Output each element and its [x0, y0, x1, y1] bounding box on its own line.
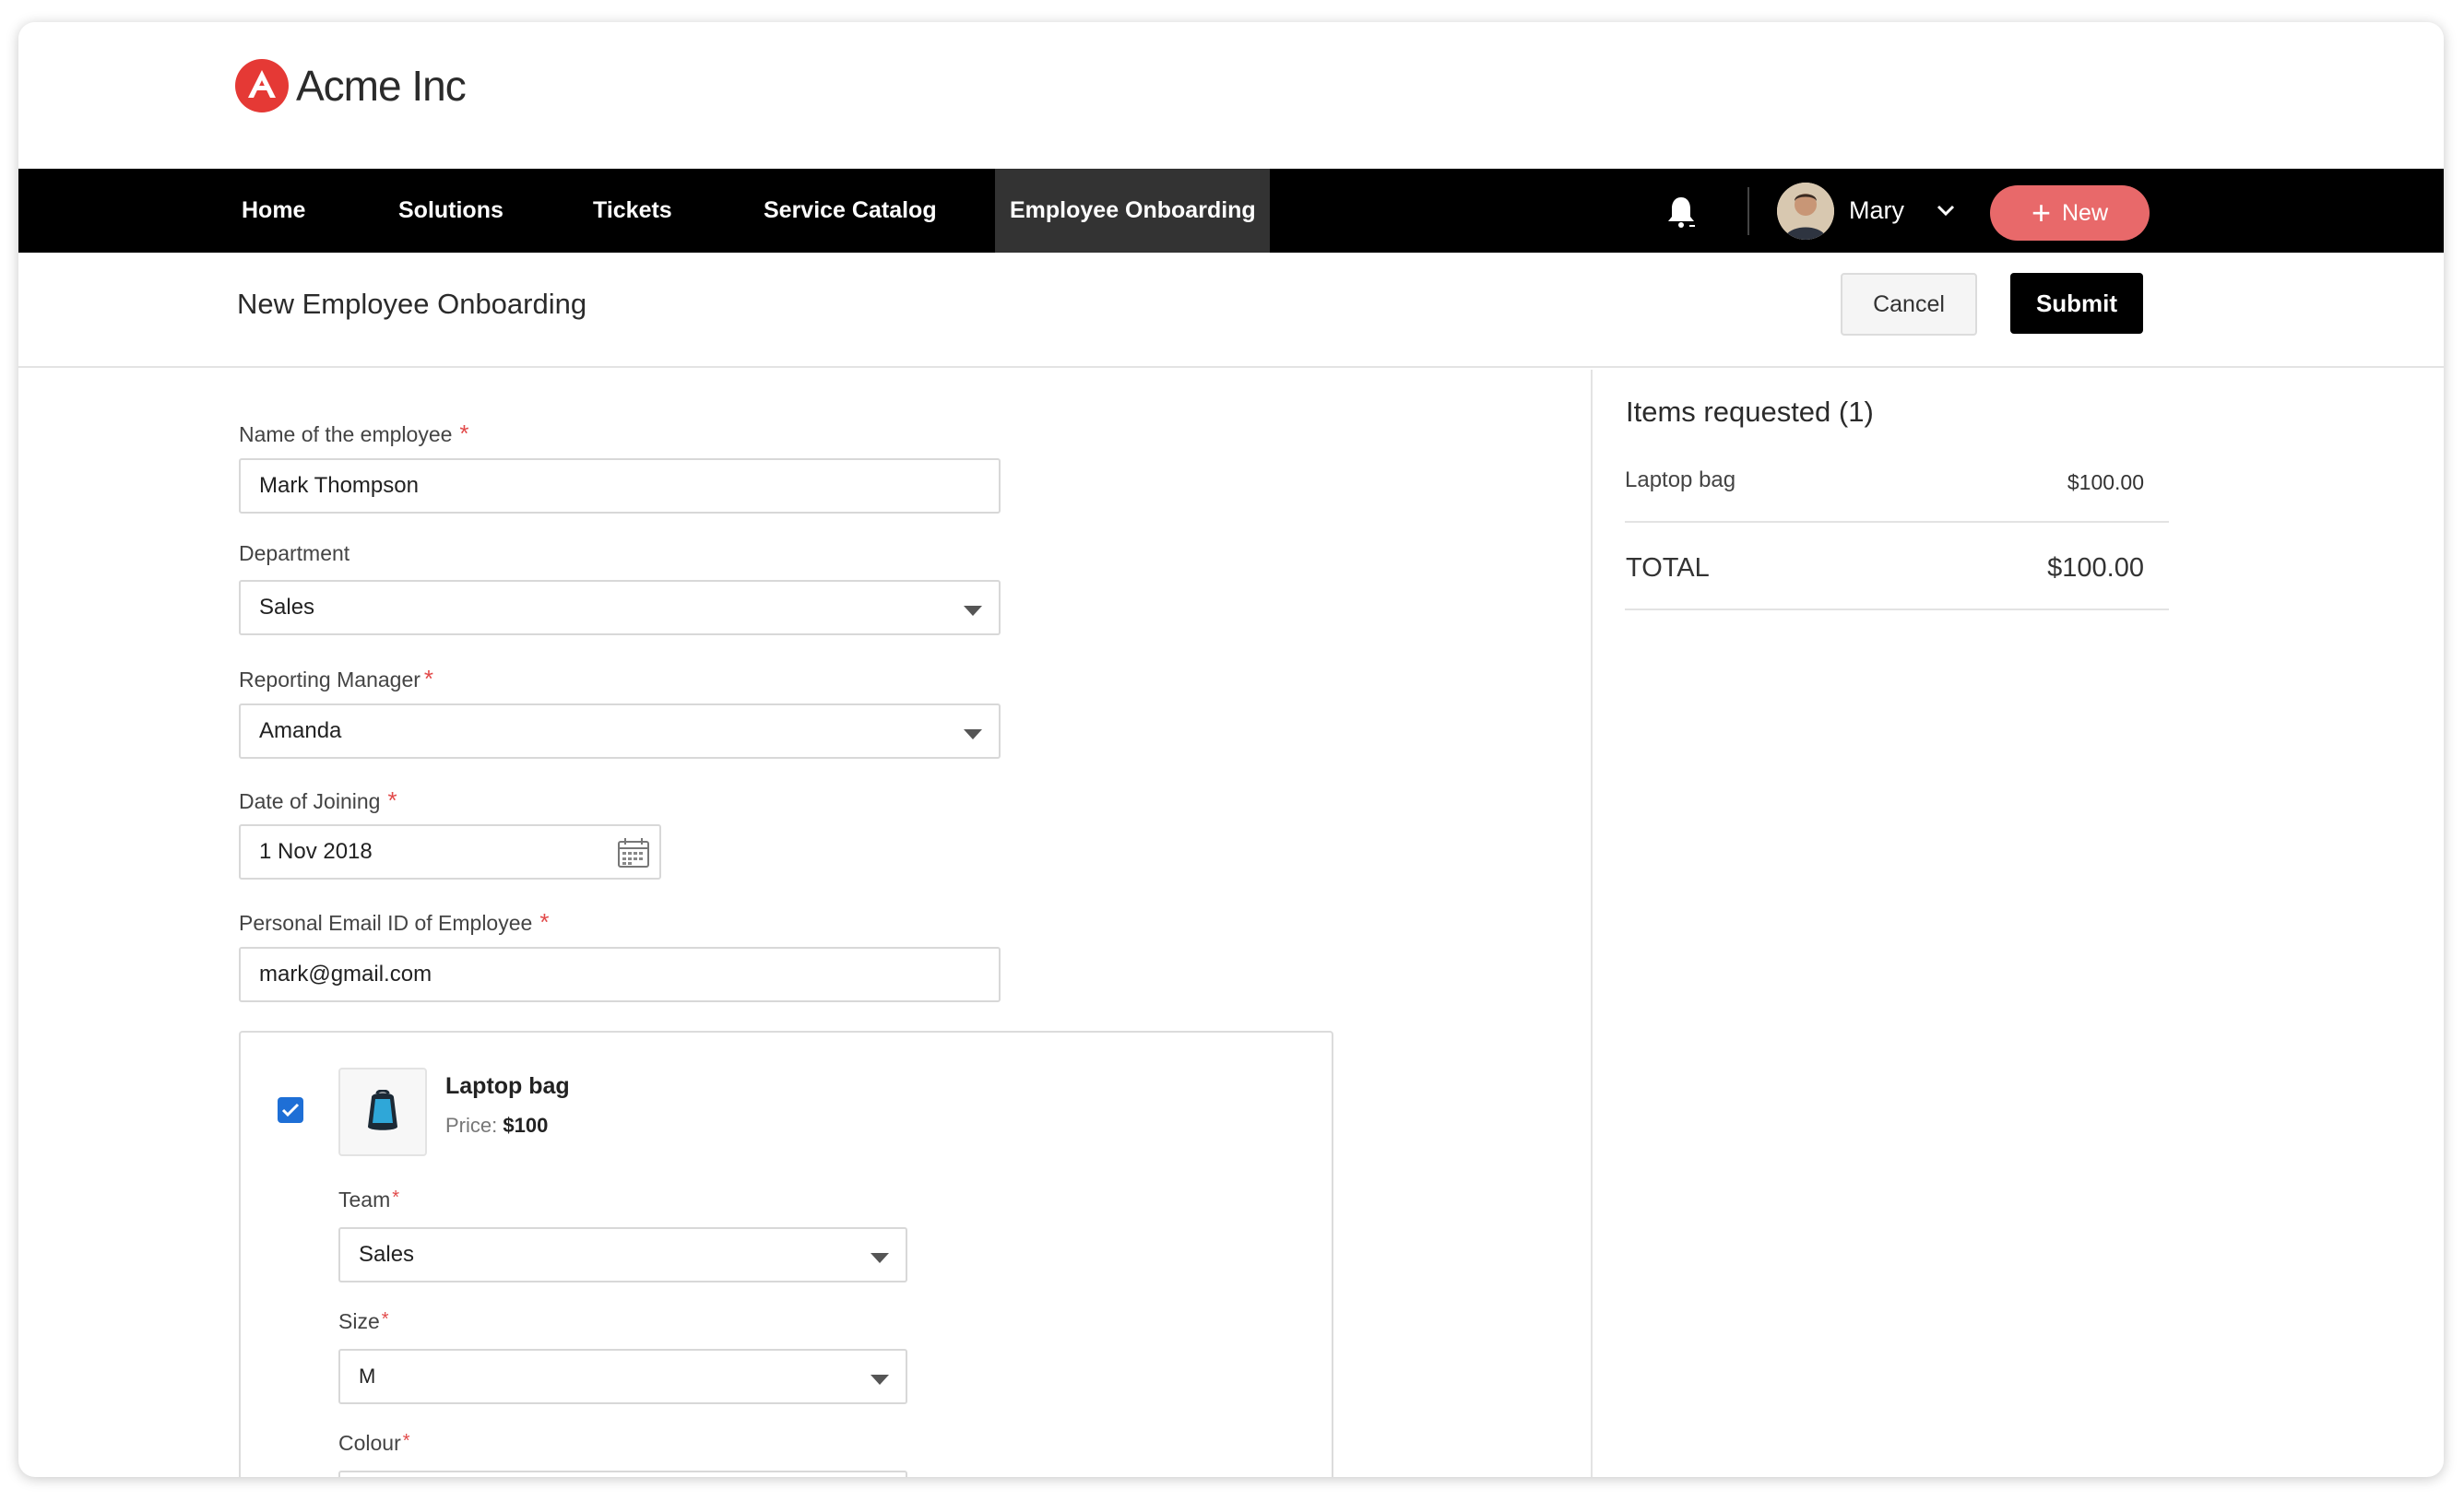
requested-item-price: $100.00	[2067, 470, 2144, 494]
avatar-image	[1777, 183, 1834, 240]
bell-icon[interactable]	[1664, 195, 1698, 230]
summary-divider	[1625, 521, 2169, 523]
reporting-manager-label: Reporting Manager *	[239, 665, 434, 692]
required-marker: *	[392, 1188, 400, 1208]
brand-header: Acme Inc	[18, 22, 2444, 169]
new-button[interactable]: + New	[1990, 185, 2150, 241]
nav-item-tickets[interactable]: Tickets	[593, 169, 672, 253]
required-marker: *	[459, 420, 469, 447]
size-select[interactable]: M	[338, 1349, 907, 1404]
required-marker: *	[402, 1431, 410, 1451]
colour-select[interactable]	[338, 1471, 907, 1477]
brand-logo[interactable]: Acme Inc	[235, 59, 467, 112]
colour-label: Colour *	[338, 1431, 410, 1455]
requested-item-name: Laptop bag	[1625, 467, 1736, 492]
chevron-down-icon[interactable]	[1937, 204, 1955, 217]
employee-name-input[interactable]: Mark Thompson	[239, 458, 1001, 514]
reporting-manager-select[interactable]: Amanda	[239, 703, 1001, 759]
date-of-joining-label: Date of Joining *	[239, 786, 397, 814]
item-checkbox[interactable]	[278, 1097, 303, 1123]
dropdown-caret-icon	[964, 606, 982, 616]
total-value: $100.00	[2047, 553, 2144, 583]
personal-email-label: Personal Email ID of Employee *	[239, 908, 550, 936]
size-label: Size *	[338, 1309, 389, 1333]
plus-icon: +	[2031, 194, 2051, 231]
page-header: New Employee Onboarding Cancel Submit	[18, 253, 2444, 368]
required-marker: *	[539, 908, 550, 936]
brand-name: Acme Inc	[296, 62, 467, 110]
department-select[interactable]: Sales	[239, 580, 1001, 635]
personal-email-input[interactable]: mark@gmail.com	[239, 947, 1001, 1002]
form-area: Name of the employee * Mark Thompson Depa…	[18, 370, 1591, 1477]
nav-item-home[interactable]: Home	[242, 169, 305, 253]
catalog-item-card: Laptop bag Price: $100 Team * Sales Size *…	[239, 1031, 1333, 1477]
top-navbar: Home Solutions Tickets Service Catalog E…	[18, 169, 2444, 253]
nav-divider	[1747, 187, 1749, 235]
page-title: New Employee Onboarding	[237, 288, 587, 320]
nav-item-employee-onboarding[interactable]: Employee Onboarding	[995, 169, 1270, 253]
avatar[interactable]	[1777, 183, 1834, 240]
department-label: Department	[239, 541, 350, 565]
dropdown-caret-icon	[964, 729, 982, 739]
required-marker: *	[387, 786, 397, 814]
dropdown-caret-icon	[871, 1375, 889, 1385]
items-requested-title: Items requested (1)	[1626, 396, 1874, 428]
app-window: Acme Inc Home Solutions Tickets Service …	[18, 22, 2444, 1477]
team-label: Team *	[338, 1188, 400, 1211]
submit-button[interactable]: Submit	[2010, 273, 2143, 334]
employee-name-label: Name of the employee *	[239, 420, 469, 447]
item-price: Price: $100	[445, 1114, 549, 1137]
total-label: TOTAL	[1626, 553, 1710, 583]
new-button-label: New	[2062, 199, 2109, 226]
summary-divider	[1625, 609, 2169, 610]
calendar-icon[interactable]	[617, 837, 650, 869]
cancel-button[interactable]: Cancel	[1841, 273, 1977, 336]
nav-item-service-catalog[interactable]: Service Catalog	[764, 169, 937, 253]
checkbox-checked-icon	[281, 1103, 300, 1117]
required-marker: *	[381, 1309, 389, 1330]
item-name: Laptop bag	[445, 1073, 570, 1099]
backpack-icon	[368, 1090, 397, 1130]
product-thumbnail	[338, 1068, 427, 1156]
required-marker: *	[423, 665, 434, 692]
dropdown-caret-icon	[871, 1253, 889, 1263]
date-of-joining-input[interactable]: 1 Nov 2018	[239, 824, 661, 880]
acme-logo-icon	[235, 59, 289, 112]
nav-item-solutions[interactable]: Solutions	[398, 169, 503, 253]
team-select[interactable]: Sales	[338, 1227, 907, 1282]
user-name[interactable]: Mary	[1849, 169, 1904, 253]
panel-divider	[1591, 370, 1593, 1477]
